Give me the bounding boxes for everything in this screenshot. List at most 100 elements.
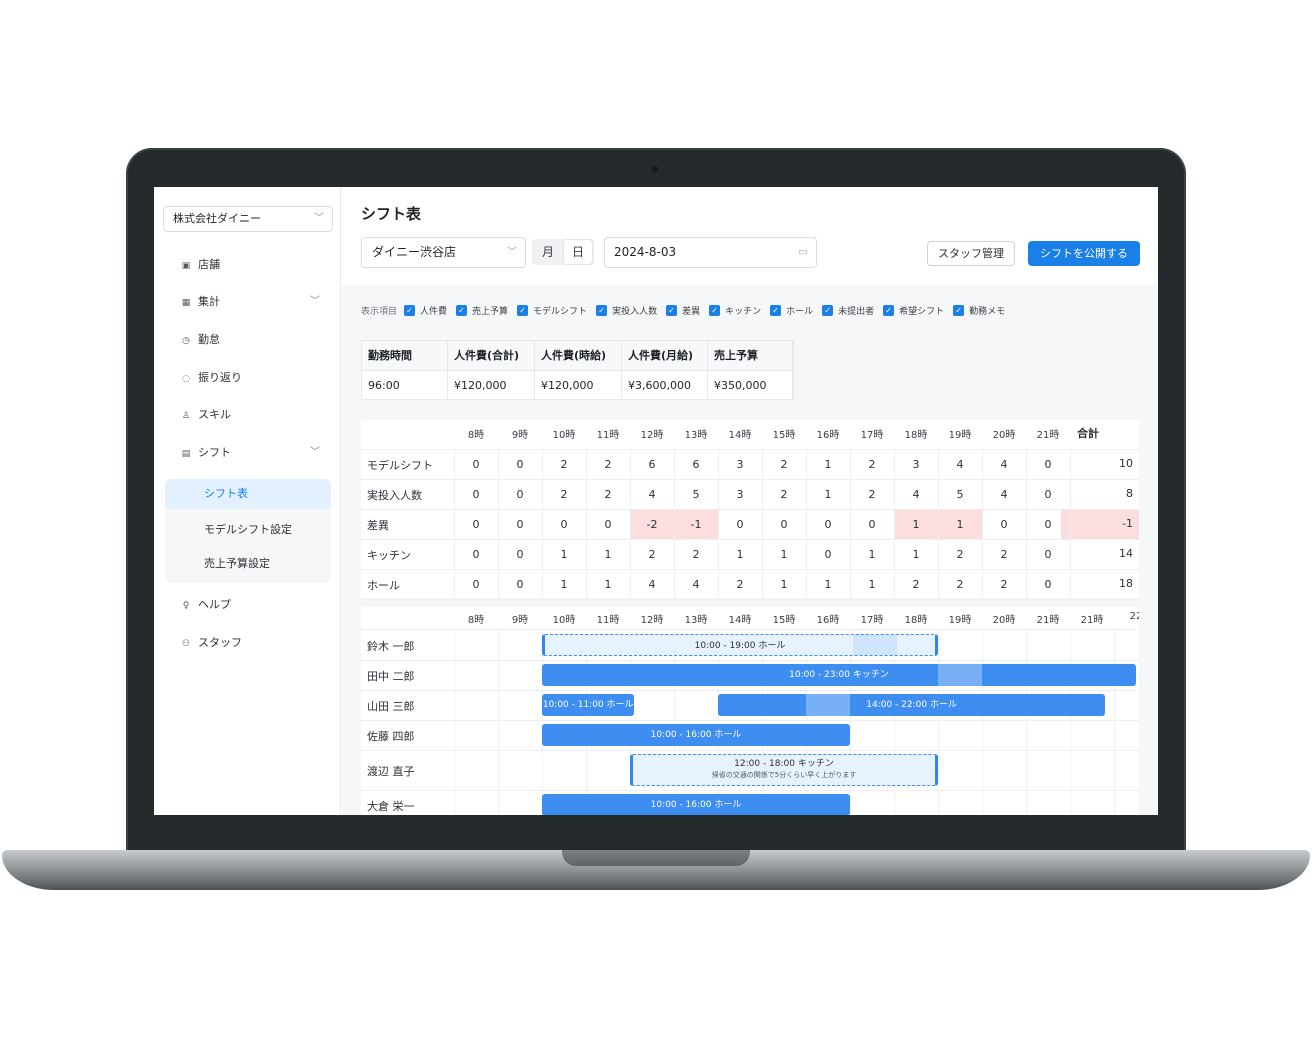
grid-cell: 1 [868, 578, 876, 591]
shift-bar[interactable]: 10:00 - 11:00 ホール [542, 694, 635, 716]
check-icon: ✓ [666, 304, 678, 316]
hour-label: 8時 [467, 430, 485, 441]
shift-bar[interactable]: 10:00 - 16:00 ホール [542, 794, 850, 815]
filter-checkbox[interactable]: ✓ 売上予算 [456, 304, 508, 317]
grid-total: 14 [1119, 547, 1133, 560]
grid-cell: 0 [472, 458, 480, 471]
hour-label: 16時 [816, 430, 840, 441]
sidebar-item-skill[interactable]: ♙ スキル [180, 405, 231, 425]
filter-label: 勤務メモ [969, 306, 1006, 317]
timeline-column-line [1070, 630, 1071, 815]
grid-cell: 4 [648, 578, 656, 591]
grid-total: 8 [1126, 487, 1133, 500]
grid-cell: 1 [868, 548, 876, 561]
timeline-column-line [718, 630, 719, 815]
filter-checkbox[interactable]: ✓ 差異 [666, 304, 700, 317]
grid-cell: 2 [868, 458, 876, 471]
sidebar-item-shift[interactable]: ▤ シフト ﹀ [180, 443, 320, 463]
grid-cell: 2 [648, 548, 656, 561]
grid-total: 18 [1119, 577, 1133, 590]
sidebar-item-staff[interactable]: ⚇ スタッフ [180, 633, 242, 653]
filter-checkbox[interactable]: ✓ 希望シフト [883, 304, 944, 317]
shift-label: 12:00 - 18:00 キッチン [734, 759, 834, 769]
staff-name: 田中 二郎 [367, 670, 415, 683]
grid-cell: 0 [516, 578, 524, 591]
company-name: 株式会社ダイニー [173, 212, 261, 225]
publish-shift-button[interactable]: シフトを公開する [1028, 241, 1140, 266]
company-select[interactable]: 株式会社ダイニー ﹀ [163, 206, 333, 232]
summary-table: 勤務時間 96:00 人件費(合計) ¥120,000 人件費(時給) ¥120,000 人… [361, 340, 794, 401]
grid-cell: 1 [824, 458, 832, 471]
sidebar-item-aggregate[interactable]: ▦ 集計 ﹀ [180, 292, 320, 312]
grid-cell: 4 [956, 458, 964, 471]
view-mode-toggle: 月 日 [532, 239, 594, 265]
people-icon: ⚇ [181, 639, 191, 649]
summary-value: 96:00 [362, 371, 448, 401]
store-select[interactable]: ダイニー渋谷店 ﹀ [361, 237, 526, 268]
filter-checkbox[interactable]: ✓ ホール [770, 304, 813, 317]
hour-label: 20時 [992, 615, 1016, 626]
grid-column-line [938, 450, 939, 598]
shift-bar[interactable]: 14:00 - 22:00 ホール [718, 694, 1106, 716]
check-icon: ✓ [596, 304, 608, 316]
grid-cell: 6 [648, 458, 656, 471]
check-icon: ✓ [883, 304, 895, 316]
sidebar-item-model-shift[interactable]: モデルシフト設定 [165, 515, 331, 545]
grid-cell: 0 [516, 548, 524, 561]
grid-cell: 2 [692, 548, 700, 561]
grid-cell: 0 [868, 518, 876, 531]
filter-label: 差異 [682, 306, 701, 317]
timeline-column-line [894, 630, 895, 815]
sidebar-item-review[interactable]: ◌ 振り返り [180, 368, 242, 388]
grid-cell: 0 [472, 548, 480, 561]
grid-cell: 6 [692, 458, 700, 471]
shift-bar[interactable]: 10:00 - 19:00 ホール [542, 634, 938, 656]
grid-cell: 1 [736, 548, 744, 561]
shift-bar[interactable]: 10:00 - 16:00 ホール [542, 724, 850, 746]
timeline-column-line [586, 630, 587, 815]
grid-cell: 0 [604, 518, 612, 531]
filter-checkbox[interactable]: ✓ キッチン [709, 304, 761, 317]
shift-bar[interactable]: 12:00 - 18:00 キッチン 帰省の交通の関係で5分くらい早く上がります [630, 754, 938, 786]
sidebar-item-sales-budget[interactable]: 売上予算設定 [165, 549, 331, 579]
day-mode-button[interactable]: 日 [564, 240, 592, 264]
sidebar-item-shift-table[interactable]: シフト表 [165, 479, 331, 509]
filter-checkbox[interactable]: ✓ 人件費 [404, 304, 447, 317]
shift-bar[interactable]: 10:00 - 23:00 キッチン [542, 664, 1136, 686]
staffing-grid: 8時 9時 10時 11時 12時 13時 14時 15時 16時 17時 18時 19時 20時 21時… [361, 420, 1139, 600]
sidebar-item-attendance[interactable]: ◷ 勤怠 [180, 330, 220, 350]
grid-cell: 0 [780, 518, 788, 531]
grid-cell: 5 [692, 488, 700, 501]
sidebar: 株式会社ダイニー ﹀ ▣ 店舗 ▦ 集計 ﹀ ◷ 勤怠 ◌ 振り返り ♙ スキル ▤ シフト… [154, 187, 341, 815]
timeline-divider [361, 750, 1139, 751]
check-icon: ✓ [770, 304, 782, 316]
grid-cell: -2 [630, 510, 674, 539]
hour-label: 14時 [728, 430, 752, 441]
month-mode-button[interactable]: 月 [534, 240, 562, 264]
grid-cell: 2 [604, 488, 612, 501]
filter-checkbox[interactable]: ✓ モデルシフト [517, 304, 587, 317]
timeline-column-line [850, 630, 851, 815]
grid-cell: 1 [824, 488, 832, 501]
filter-checkbox[interactable]: ✓ 勤務メモ [953, 304, 1005, 317]
summary-value: ¥120,000 [448, 371, 535, 401]
timeline-column-line [806, 630, 807, 815]
filters-label: 表示項目 [361, 306, 398, 317]
grid-column-line [498, 450, 499, 598]
filter-label: 希望シフト [899, 306, 945, 317]
hour-label: 21時 [1036, 615, 1060, 626]
calendar-icon: ▤ [181, 449, 191, 459]
grid-cell: 1 [894, 510, 938, 539]
staff-name: 佐藤 四郎 [367, 730, 415, 743]
check-icon: ✓ [822, 304, 834, 316]
hour-label: 11時 [596, 615, 620, 626]
filter-checkbox[interactable]: ✓ 実投入人数 [596, 304, 657, 317]
sidebar-item-help[interactable]: ♀ ヘルプ [180, 595, 231, 615]
staff-manage-button[interactable]: スタッフ管理 [927, 241, 1015, 266]
date-input[interactable]: 2024-8-03 ▭ [604, 237, 817, 268]
grid-column-line [674, 450, 675, 598]
sidebar-item-store[interactable]: ▣ 店舗 [180, 255, 220, 275]
timeline-column-line [674, 630, 675, 815]
filter-checkbox[interactable]: ✓ 未提出者 [822, 304, 874, 317]
grid-column-line [454, 450, 455, 598]
